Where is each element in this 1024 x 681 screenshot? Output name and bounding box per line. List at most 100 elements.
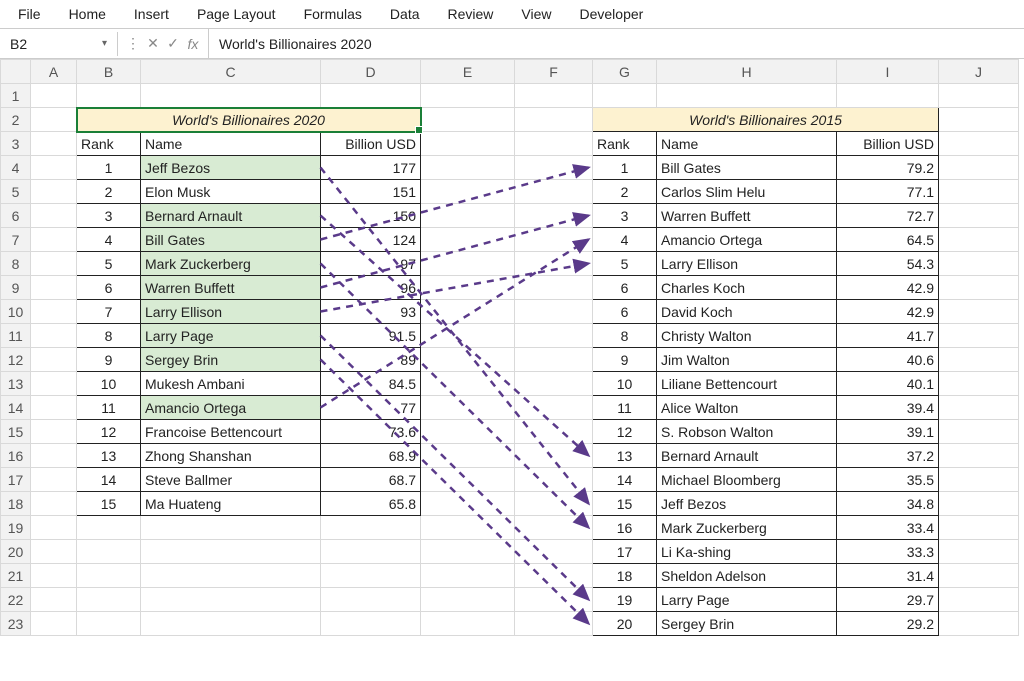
cell-J14[interactable] <box>939 396 1019 420</box>
cell-J3[interactable] <box>939 132 1019 156</box>
cell-B19[interactable] <box>77 516 141 540</box>
cell-C21[interactable] <box>141 564 321 588</box>
cell-F20[interactable] <box>515 540 593 564</box>
cell-C3[interactable]: Name <box>141 132 321 156</box>
cell-J7[interactable] <box>939 228 1019 252</box>
cell-J23[interactable] <box>939 612 1019 636</box>
cell-F6[interactable] <box>515 204 593 228</box>
cell-E18[interactable] <box>421 492 515 516</box>
cell-D3[interactable]: Billion USD <box>321 132 421 156</box>
cell-H1[interactable] <box>657 84 837 108</box>
cell-I4[interactable]: 79.2 <box>837 156 939 180</box>
col-header-I[interactable]: I <box>837 60 939 84</box>
cell-B15[interactable]: 12 <box>77 420 141 444</box>
ribbon-tab-developer[interactable]: Developer <box>580 6 644 22</box>
cell-J13[interactable] <box>939 372 1019 396</box>
cell-I6[interactable]: 72.7 <box>837 204 939 228</box>
cell-D7[interactable]: 124 <box>321 228 421 252</box>
cell-G5[interactable]: 2 <box>593 180 657 204</box>
cell-A1[interactable] <box>31 84 77 108</box>
cell-G1[interactable] <box>593 84 657 108</box>
cell-A16[interactable] <box>31 444 77 468</box>
cell-E21[interactable] <box>421 564 515 588</box>
cell-C10[interactable]: Larry Ellison <box>141 300 321 324</box>
cell-J22[interactable] <box>939 588 1019 612</box>
cell-F13[interactable] <box>515 372 593 396</box>
cell-D20[interactable] <box>321 540 421 564</box>
cell-I3[interactable]: Billion USD <box>837 132 939 156</box>
cell-I13[interactable]: 40.1 <box>837 372 939 396</box>
ribbon-tab-page-layout[interactable]: Page Layout <box>197 6 276 22</box>
cell-B4[interactable]: 1 <box>77 156 141 180</box>
cell-B16[interactable]: 13 <box>77 444 141 468</box>
cell-E13[interactable] <box>421 372 515 396</box>
row-header-22[interactable]: 22 <box>1 588 31 612</box>
ribbon-tab-formulas[interactable]: Formulas <box>304 6 362 22</box>
cell-G17[interactable]: 14 <box>593 468 657 492</box>
cell-C22[interactable] <box>141 588 321 612</box>
cell-F5[interactable] <box>515 180 593 204</box>
cell-F10[interactable] <box>515 300 593 324</box>
cell-I10[interactable]: 42.9 <box>837 300 939 324</box>
row-header-18[interactable]: 18 <box>1 492 31 516</box>
cell-J1[interactable] <box>939 84 1019 108</box>
cell-E22[interactable] <box>421 588 515 612</box>
cell-I19[interactable]: 33.4 <box>837 516 939 540</box>
cell-I11[interactable]: 41.7 <box>837 324 939 348</box>
cell-F18[interactable] <box>515 492 593 516</box>
cell-I20[interactable]: 33.3 <box>837 540 939 564</box>
cell-B11[interactable]: 8 <box>77 324 141 348</box>
cell-G19[interactable]: 16 <box>593 516 657 540</box>
cell-J4[interactable] <box>939 156 1019 180</box>
cell-I5[interactable]: 77.1 <box>837 180 939 204</box>
col-header-J[interactable]: J <box>939 60 1019 84</box>
cell-D15[interactable]: 73.6 <box>321 420 421 444</box>
cell-F12[interactable] <box>515 348 593 372</box>
cell-D22[interactable] <box>321 588 421 612</box>
cell-B1[interactable] <box>77 84 141 108</box>
cell-A15[interactable] <box>31 420 77 444</box>
cell-C13[interactable]: Mukesh Ambani <box>141 372 321 396</box>
cell-J9[interactable] <box>939 276 1019 300</box>
cell-H23[interactable]: Sergey Brin <box>657 612 837 636</box>
cell-F19[interactable] <box>515 516 593 540</box>
cell-H8[interactable]: Larry Ellison <box>657 252 837 276</box>
row-header-1[interactable]: 1 <box>1 84 31 108</box>
row-header-15[interactable]: 15 <box>1 420 31 444</box>
row-header-4[interactable]: 4 <box>1 156 31 180</box>
cell-C17[interactable]: Steve Ballmer <box>141 468 321 492</box>
cell-D23[interactable] <box>321 612 421 636</box>
cell-C4[interactable]: Jeff Bezos <box>141 156 321 180</box>
cell-G7[interactable]: 4 <box>593 228 657 252</box>
cell-C8[interactable]: Mark Zuckerberg <box>141 252 321 276</box>
col-header-F[interactable]: F <box>515 60 593 84</box>
cell-D21[interactable] <box>321 564 421 588</box>
cell-J10[interactable] <box>939 300 1019 324</box>
cell-G8[interactable]: 5 <box>593 252 657 276</box>
cell-C9[interactable]: Warren Buffett <box>141 276 321 300</box>
row-header-21[interactable]: 21 <box>1 564 31 588</box>
col-header-E[interactable]: E <box>421 60 515 84</box>
cell-A20[interactable] <box>31 540 77 564</box>
cell-C23[interactable] <box>141 612 321 636</box>
cell-F1[interactable] <box>515 84 593 108</box>
cell-B20[interactable] <box>77 540 141 564</box>
cell-D12[interactable]: 89 <box>321 348 421 372</box>
cell-A5[interactable] <box>31 180 77 204</box>
cell-J18[interactable] <box>939 492 1019 516</box>
row-header-19[interactable]: 19 <box>1 516 31 540</box>
cell-G14[interactable]: 11 <box>593 396 657 420</box>
cell-A17[interactable] <box>31 468 77 492</box>
cell-I18[interactable]: 34.8 <box>837 492 939 516</box>
cell-E12[interactable] <box>421 348 515 372</box>
row-header-5[interactable]: 5 <box>1 180 31 204</box>
cancel-icon[interactable]: ✕ <box>146 35 160 52</box>
cell-G21[interactable]: 18 <box>593 564 657 588</box>
row-header-8[interactable]: 8 <box>1 252 31 276</box>
cell-A13[interactable] <box>31 372 77 396</box>
cell-C20[interactable] <box>141 540 321 564</box>
cell-F17[interactable] <box>515 468 593 492</box>
cell-A19[interactable] <box>31 516 77 540</box>
row-header-9[interactable]: 9 <box>1 276 31 300</box>
cell-I16[interactable]: 37.2 <box>837 444 939 468</box>
